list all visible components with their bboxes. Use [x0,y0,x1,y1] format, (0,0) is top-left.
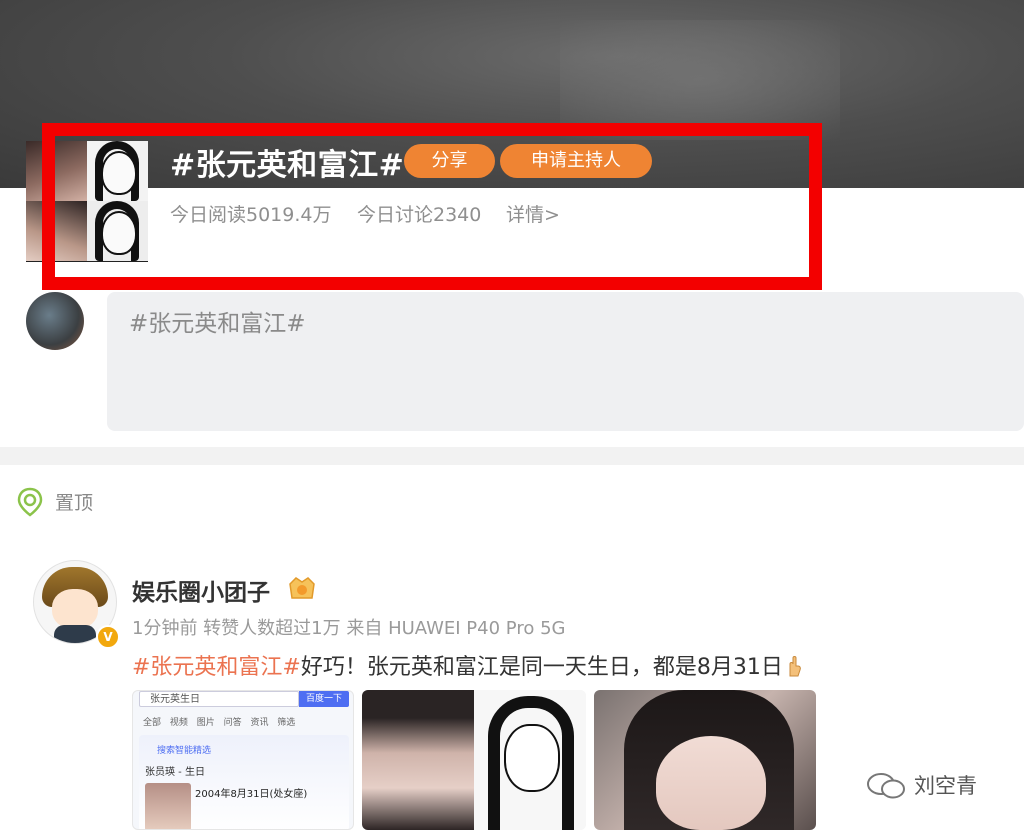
details-link[interactable]: 详情> [506,200,560,227]
post-image-2[interactable] [362,690,586,830]
search-screenshot-tabs: 全部 视频 图片 问答 资讯 筛选 [143,718,296,728]
wechat-icon [867,773,905,799]
cover-manga-2 [87,201,148,261]
cover-photo-1 [26,141,87,201]
post-username[interactable]: 娱乐圈小团子 [132,573,270,607]
banner-blur-backdrop [560,20,840,140]
portrait-face [656,736,766,830]
pointing-hand-emoji-icon [789,656,801,677]
pin-location-icon [17,487,43,517]
post-image-3[interactable] [594,690,816,830]
compose-input[interactable]: #张元英和富江# [129,304,306,338]
topic-title: #张元英和富江# [170,148,405,183]
discussions-today: 今日讨论2340 [357,204,482,226]
topic-cover-image[interactable] [26,141,148,262]
search-screenshot-button: 百度一下 [299,691,349,707]
level-badge-icon [289,577,315,599]
post-meta: 1分钟前 转赞人数超过1万 来自 HUAWEI P40 Pro 5G [132,618,566,639]
post-image-1[interactable]: 张元英生日 百度一下 全部 视频 图片 问答 资讯 筛选 搜索智能精选 张员瑛 … [132,690,354,830]
watermark: 刘空青 [866,770,977,800]
search-screenshot-ai-label: 搜索智能精选 [157,746,212,756]
reads-today: 今日阅读5019.4万 [170,204,332,226]
post-body-text: 好巧！张元英和富江是同一天生日，都是8月31日 [300,655,783,680]
apply-host-button[interactable]: 申请主持人 [500,144,652,178]
watermark-text: 刘空青 [914,774,977,798]
my-avatar[interactable] [26,292,84,350]
cover-photo-2 [26,201,87,261]
pinned-label: 置顶 [55,492,94,514]
post-content: #张元英和富江#好巧！张元英和富江是同一天生日，都是8月31日 [132,649,803,681]
cover-manga-1 [87,141,148,201]
search-screenshot-result-name: 张员瑛 - 生日 [145,767,205,778]
manga-portrait [474,690,586,830]
share-button[interactable]: 分享 [404,144,495,178]
post-hashtag-link[interactable]: #张元英和富江# [132,655,301,680]
search-screenshot-photo [145,783,191,829]
section-divider [0,447,1024,465]
search-screenshot-query: 张元英生日 [139,691,299,707]
compose-box[interactable]: #张元英和富江# [107,292,1024,431]
verified-badge-icon: V [96,625,120,649]
search-screenshot-result-date: 2004年8月31日(处女座) [195,789,308,800]
photo-portrait [362,690,474,830]
